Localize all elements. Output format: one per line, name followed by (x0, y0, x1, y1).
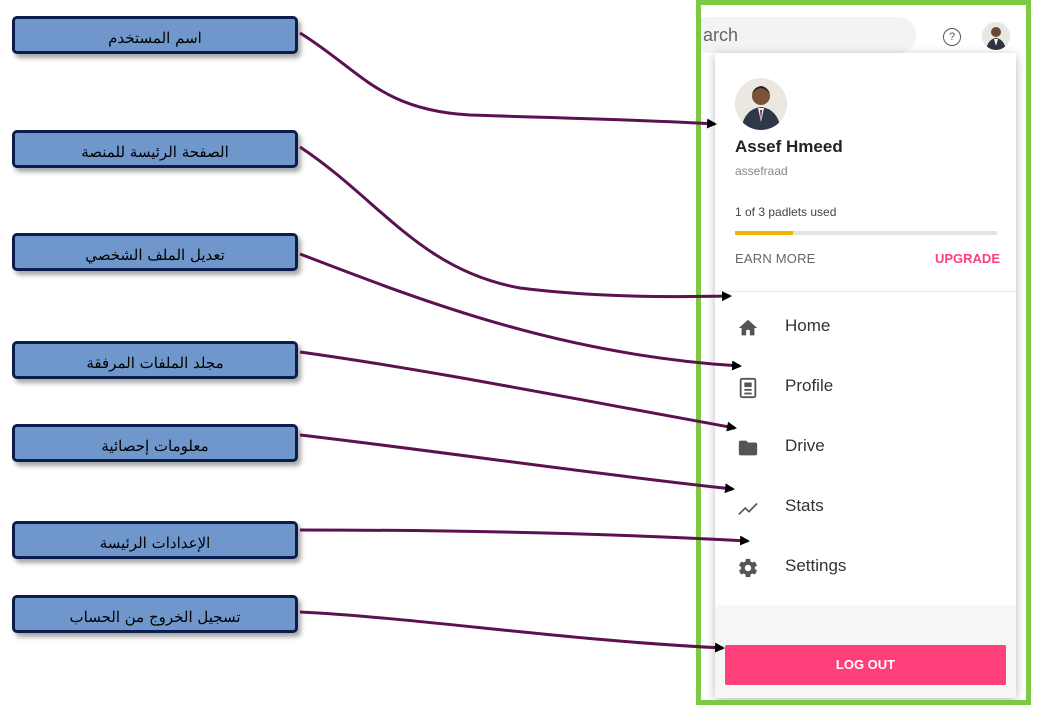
arrow-home (299, 145, 732, 302)
arrow-drive (299, 350, 737, 432)
arrow-logout (299, 610, 725, 653)
arrow-stats (299, 433, 735, 494)
arrow-profile (299, 252, 742, 371)
callout-arrows (299, 31, 750, 653)
arrow-settings (299, 528, 750, 546)
arrow-username (299, 31, 717, 129)
